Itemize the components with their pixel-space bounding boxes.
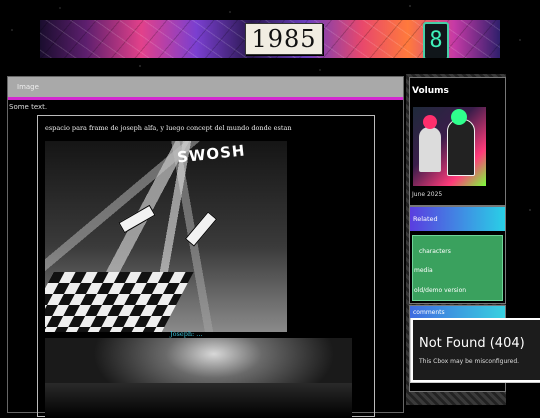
related-link-media[interactable]: media	[414, 267, 433, 274]
error-title: Not Found (404)	[419, 336, 525, 351]
volume-date: June 2025	[412, 191, 443, 198]
error-popup-body: Not Found (404) This Cbox may be misconf…	[413, 320, 540, 380]
banner-digit-icon: 8	[423, 22, 449, 58]
comic-panel-image-2	[45, 338, 352, 418]
related-links-box: characters media old/demo version	[412, 235, 503, 301]
volumes-heading: Volums	[412, 86, 449, 96]
error-message: This Cbox may be misconfigured.	[419, 358, 520, 365]
dialog-line: Joseph: ...	[170, 330, 203, 338]
related-panel: Related characters media old/demo versio…	[409, 206, 506, 304]
cover-glow-green	[451, 109, 467, 125]
cover-glow-pink	[423, 115, 437, 129]
cbox-error-popup: Not Found (404) This Cbox may be misconf…	[410, 318, 540, 383]
main-content-panel: Image Some text. espacio para frame de j…	[7, 76, 404, 418]
banner-year-sign: 1985	[245, 23, 323, 55]
frame-caption: espacio para frame de joseph alfa, y lue…	[45, 124, 292, 132]
volumes-panel: Volums June 2025	[409, 77, 506, 206]
panel-title-bar: Image	[8, 77, 403, 100]
related-link-characters[interactable]: characters	[419, 248, 451, 255]
comic-panel-image-1: SWOSH	[45, 141, 287, 332]
intro-text: Some text.	[9, 103, 48, 111]
cover-character-right	[447, 119, 475, 176]
cover-character-left	[419, 127, 441, 172]
related-link-old-demo[interactable]: old/demo version	[414, 287, 466, 294]
related-heading: Related	[410, 207, 505, 231]
volume-cover-image[interactable]	[413, 107, 486, 186]
dark-ground	[45, 383, 352, 418]
header-banner: 1985 8	[40, 20, 500, 58]
